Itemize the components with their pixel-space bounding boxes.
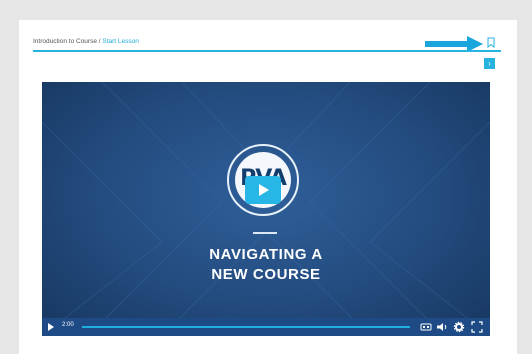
breadcrumb-course[interactable]: Introduction to Course / bbox=[33, 38, 101, 45]
logo-ring: PVA bbox=[227, 144, 299, 216]
play-icon[interactable] bbox=[48, 323, 54, 331]
big-play-button[interactable] bbox=[245, 176, 281, 204]
progress-bar[interactable] bbox=[82, 326, 410, 328]
video-controls-bar: 2:00 bbox=[42, 318, 490, 336]
video-timestamp: 2:00 bbox=[62, 322, 74, 328]
video-title-line-1: NAVIGATING A bbox=[209, 246, 323, 263]
video-title-line-2: NEW COURSE bbox=[211, 266, 321, 283]
captions-icon[interactable] bbox=[420, 321, 432, 333]
bookmark-icon[interactable] bbox=[487, 37, 495, 48]
next-lesson-button[interactable]: › bbox=[484, 58, 495, 69]
breadcrumb: Introduction to Course / Start Lesson bbox=[33, 38, 139, 45]
lesson-card: Introduction to Course / Start Lesson › … bbox=[19, 20, 517, 354]
gear-icon[interactable] bbox=[453, 321, 465, 333]
pva-logo: PVA bbox=[235, 152, 291, 208]
chevron-right-icon: › bbox=[488, 59, 491, 68]
header-divider bbox=[33, 50, 501, 52]
volume-icon[interactable] bbox=[436, 321, 448, 333]
fullscreen-icon[interactable] bbox=[471, 321, 483, 333]
video-player[interactable]: PVA NAVIGATING A NEW COURSE 2:00 bbox=[42, 82, 490, 336]
title-divider bbox=[253, 232, 277, 234]
breadcrumb-lesson-link[interactable]: Start Lesson bbox=[102, 38, 139, 45]
